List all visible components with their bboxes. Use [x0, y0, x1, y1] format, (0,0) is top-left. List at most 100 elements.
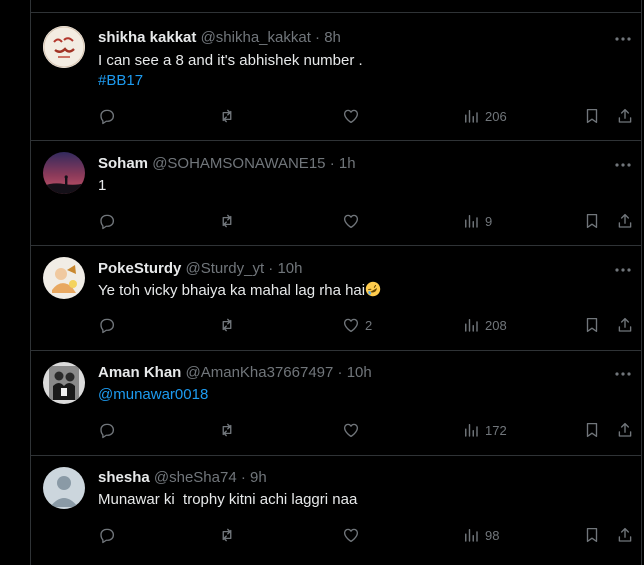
tweet[interactable]: shesha @sheSha74 · 9h Munawar ki trophy … — [31, 455, 641, 565]
share-button[interactable] — [616, 315, 634, 335]
bookmark-button[interactable] — [583, 420, 601, 440]
reply-button[interactable] — [98, 211, 116, 231]
more-icon[interactable] — [613, 262, 633, 278]
views-button[interactable]: 9 — [462, 211, 492, 231]
reply-icon — [100, 109, 115, 125]
share-icon — [618, 213, 632, 228]
action-bar: 206 — [98, 106, 641, 126]
more-icon[interactable] — [613, 157, 633, 173]
more-icon[interactable] — [613, 31, 633, 47]
reply-icon — [100, 214, 115, 230]
display-name[interactable]: PokeSturdy — [98, 260, 181, 277]
avatar[interactable] — [43, 26, 85, 68]
views-icon — [465, 319, 478, 332]
tweet-text: Munawar ki trophy kitni achi laggri naa — [98, 491, 358, 508]
share-button[interactable] — [616, 420, 634, 440]
views-button[interactable]: 172 — [462, 420, 507, 440]
repost-button[interactable] — [218, 106, 236, 126]
timestamp[interactable]: 10h — [277, 260, 302, 277]
share-button[interactable] — [616, 106, 634, 126]
share-button[interactable] — [616, 525, 634, 545]
share-icon — [618, 317, 632, 332]
avatar[interactable] — [43, 467, 85, 509]
separator-dot: · — [329, 155, 335, 172]
avatar[interactable] — [43, 257, 85, 299]
share-icon — [618, 527, 632, 542]
display-name[interactable]: shikha kakkat — [98, 29, 196, 46]
repost-button[interactable] — [218, 211, 236, 231]
action-bar: 2 208 — [98, 315, 641, 335]
reply-button[interactable] — [98, 106, 116, 126]
views-button[interactable]: 206 — [462, 106, 507, 126]
bookmark-icon — [586, 317, 598, 333]
more-icon[interactable] — [613, 366, 633, 382]
avatar-image — [43, 26, 85, 68]
like-button[interactable] — [342, 211, 365, 231]
separator-dot: · — [337, 364, 343, 381]
like-button[interactable] — [342, 420, 365, 440]
bookmark-button[interactable] — [583, 106, 601, 126]
timestamp[interactable]: 8h — [324, 29, 341, 46]
action-bar: 98 — [98, 525, 641, 545]
handle[interactable]: @SOHAMSONAWANE15 — [152, 155, 325, 172]
like-button[interactable] — [342, 525, 365, 545]
like-button[interactable]: 2 — [342, 315, 372, 335]
bookmark-icon — [586, 422, 598, 438]
views-button[interactable]: 208 — [462, 315, 507, 335]
timestamp[interactable]: 1h — [339, 155, 356, 172]
tweet[interactable]: shikha kakkat @shikha_kakkat · 8h I can … — [31, 13, 641, 141]
reply-icon — [100, 318, 115, 334]
share-button[interactable] — [616, 211, 634, 231]
display-name[interactable]: Aman Khan — [98, 364, 181, 381]
tweet[interactable]: Aman Khan @AmanKha37667497 · 10h @munawa… — [31, 350, 641, 456]
bookmark-button[interactable] — [583, 525, 601, 545]
tweet-text: 1 — [98, 177, 107, 194]
action-bar: 172 — [98, 420, 641, 440]
timestamp[interactable]: 10h — [347, 364, 372, 381]
handle[interactable]: @AmanKha37667497 — [186, 364, 334, 381]
views-icon — [465, 110, 478, 123]
separator-dot: · — [240, 469, 246, 486]
reply-button[interactable] — [98, 315, 116, 335]
rolling-on-floor-laughing-emoji — [365, 281, 381, 297]
display-name[interactable]: Soham — [98, 155, 148, 172]
tweet[interactable]: Soham @SOHAMSONAWANE15 · 1h 1 9 — [31, 140, 641, 246]
repost-button[interactable] — [218, 420, 236, 440]
views-button[interactable]: 98 — [462, 525, 499, 545]
like-icon — [343, 528, 359, 543]
bookmark-icon — [586, 527, 598, 543]
avatar-image — [43, 257, 85, 299]
action-bar: 9 — [98, 211, 641, 231]
bookmark-button[interactable] — [583, 315, 601, 335]
view-count: 208 — [485, 317, 507, 333]
bookmark-button[interactable] — [583, 211, 601, 231]
reply-icon — [100, 528, 115, 544]
handle[interactable]: @shikha_kakkat — [201, 29, 311, 46]
handle[interactable]: @Sturdy_yt — [186, 260, 265, 277]
like-count: 2 — [365, 317, 373, 333]
like-icon — [343, 318, 359, 333]
tweet-header: Aman Khan @AmanKha37667497 · 10h — [98, 364, 601, 382]
view-count: 206 — [485, 108, 507, 124]
tweet-text: Ye toh vicky bhaiya ka mahal lag rha hai — [98, 282, 366, 299]
handle[interactable]: @sheSha74 — [154, 469, 237, 486]
tweet-header: PokeSturdy @Sturdy_yt · 10h — [98, 260, 601, 278]
repost-button[interactable] — [218, 525, 236, 545]
reply-button[interactable] — [98, 525, 116, 545]
repost-button[interactable] — [218, 315, 236, 335]
like-button[interactable] — [342, 106, 365, 126]
separator-dot: · — [315, 29, 321, 46]
mention-link[interactable]: @munawar0018 — [98, 385, 208, 405]
tweet-header: Soham @SOHAMSONAWANE15 · 1h — [98, 155, 601, 173]
view-count: 172 — [485, 422, 507, 438]
like-icon — [343, 423, 359, 438]
avatar[interactable] — [43, 152, 85, 194]
display-name[interactable]: shesha — [98, 469, 150, 486]
views-icon — [465, 529, 478, 542]
timestamp[interactable]: 9h — [250, 469, 267, 486]
avatar[interactable] — [43, 362, 85, 404]
hashtag-link[interactable]: #BB17 — [98, 71, 143, 91]
reply-button[interactable] — [98, 420, 116, 440]
repost-icon — [222, 214, 232, 228]
tweet[interactable]: PokeSturdy @Sturdy_yt · 10h Ye toh vicky… — [31, 245, 641, 351]
